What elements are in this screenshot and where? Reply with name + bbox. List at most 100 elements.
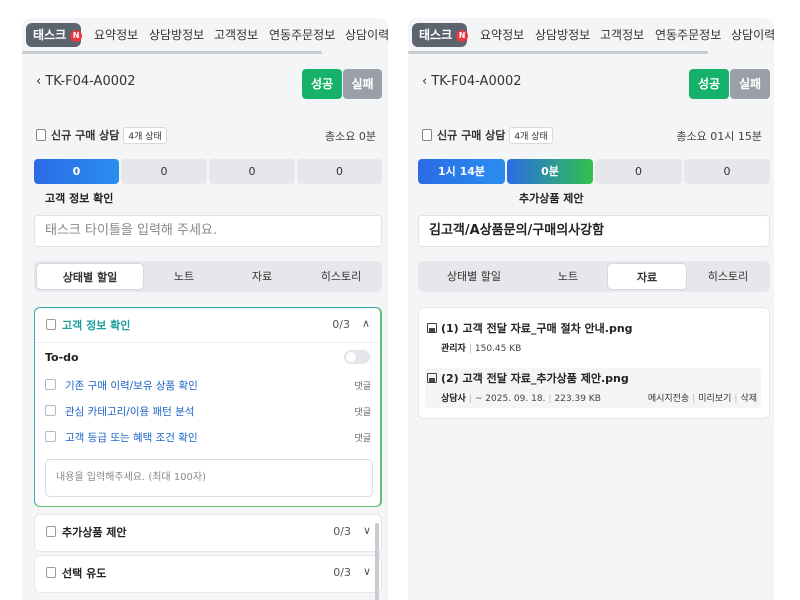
chevron-left-icon: ‹ [422, 74, 432, 89]
success-button[interactable]: 성공 [302, 69, 342, 99]
subtab-history[interactable]: 히스토리 [689, 263, 767, 290]
ticket-back-link[interactable]: ‹ TK-F04-A0002 [36, 74, 136, 89]
todo-item: 기존 구매 이력/보유 상품 확인 댓글 [45, 376, 371, 394]
delete-link[interactable]: 삭제 [740, 394, 757, 404]
chevron-left-icon: ‹ [36, 74, 46, 89]
tab-linked-order[interactable]: 연동주문정보 [655, 23, 721, 47]
subtab-materials[interactable]: 자료 [607, 263, 687, 290]
tab-customer[interactable]: 고객정보 [214, 23, 258, 47]
stage-segment[interactable]: 0 [121, 159, 207, 184]
todo-label: To-do [45, 351, 79, 364]
meta-separator: | [468, 344, 472, 354]
file-date: ~ 2025. 09. 18. [474, 394, 546, 404]
consult-type: 신규 구매 상담 4개 상태 [422, 127, 553, 144]
tab-summary[interactable]: 요약정보 [480, 23, 524, 47]
stage-segment[interactable]: 0 [34, 159, 119, 184]
task-panel-left: 태스크 N 요약정보 상담방정보 고객정보 연동주문정보 상담이력 ‹ TK-F0… [22, 18, 388, 600]
todo-checkbox[interactable] [45, 379, 56, 390]
section-title: 추가상품 제안 [62, 526, 127, 539]
divider [35, 342, 380, 343]
file-meta: 상담사 | ~ 2025. 09. 18. | 223.39 KB [441, 391, 601, 404]
fail-button[interactable]: 실패 [730, 69, 770, 99]
tab-linked-order[interactable]: 연동주문정보 [269, 23, 335, 47]
subtab-todo-by-state[interactable]: 상태별 할일 [420, 263, 528, 290]
file-name[interactable]: (1) 고객 전달 자료_구매 절차 안내.png [441, 320, 633, 336]
top-tab-bar: 태스크 N 요약정보 상담방정보 고객정보 연동주문정보 상담이력 [408, 18, 774, 52]
ticket-back-link[interactable]: ‹ TK-F04-A0002 [422, 74, 522, 89]
stage-segment[interactable]: 0 [297, 159, 382, 184]
section-header[interactable]: 고객 정보 확인 0/3 ∧ [35, 308, 380, 342]
fail-button[interactable]: 실패 [343, 69, 382, 99]
send-message-link[interactable]: 메시지전송 [648, 394, 689, 404]
tab-scroll-indicator[interactable] [22, 51, 322, 54]
chevron-down-icon[interactable]: ∨ [363, 565, 371, 578]
todo-checkbox[interactable] [45, 431, 56, 442]
section-progress: 0/3 [333, 566, 351, 579]
document-icon [422, 129, 432, 141]
comment-link[interactable]: 댓글 [354, 431, 371, 444]
chevron-down-icon[interactable]: ∨ [363, 524, 371, 537]
todo-item: 고객 등급 또는 혜택 조건 확인 댓글 [45, 428, 371, 446]
file-actions: 메시지전송 | 미리보기 | 삭제 [648, 391, 757, 404]
file-uploader: 상담사 [441, 394, 466, 404]
tab-task[interactable]: 태스크 N [26, 23, 83, 47]
subtab-history[interactable]: 히스토리 [302, 263, 380, 290]
file-size: 150.45 KB [474, 344, 522, 354]
total-time: 총소요 0분 [325, 130, 376, 143]
stage-segment[interactable]: 0 [209, 159, 295, 184]
success-button[interactable]: 성공 [689, 69, 729, 99]
content-subtabs: 상태별 할일 노트 자료 히스토리 [418, 261, 770, 292]
todo-text[interactable]: 관심 카테고리/이용 패턴 분석 [65, 404, 194, 419]
file-uploader: 관리자 [441, 344, 466, 354]
todo-section-collapsed[interactable]: 추가상품 제안 0/3 ∨ [34, 514, 382, 552]
section-progress: 0/3 [332, 318, 350, 331]
subtab-materials[interactable]: 자료 [224, 263, 300, 290]
tab-customer[interactable]: 고객정보 [600, 23, 644, 47]
todo-checkbox[interactable] [45, 405, 56, 416]
document-icon [36, 129, 46, 141]
todo-item: 관심 카테고리/이용 패턴 분석 댓글 [45, 402, 371, 420]
current-stage-label: 추가상품 제안 [519, 192, 584, 205]
file-item[interactable]: (1) 고객 전달 자료_구매 절차 안내.png 관리자 | 150.45 KB [425, 318, 761, 356]
preview-link[interactable]: 미리보기 [698, 394, 731, 404]
tab-task-label: 태스크 [33, 28, 67, 42]
chevron-up-icon[interactable]: ∧ [362, 317, 370, 330]
tab-counsel-room[interactable]: 상담방정보 [149, 23, 204, 47]
consult-type-label: 신규 구매 상담 [51, 129, 120, 142]
stage-segment[interactable]: 0분 [507, 159, 593, 184]
new-badge: N [456, 30, 469, 42]
new-badge: N [70, 30, 83, 42]
tab-history[interactable]: 상담이력 [731, 23, 774, 47]
tab-summary[interactable]: 요약정보 [94, 23, 138, 47]
tab-counsel-room[interactable]: 상담방정보 [535, 23, 590, 47]
comment-link[interactable]: 댓글 [354, 405, 371, 418]
todo-toggle[interactable] [344, 350, 370, 364]
meta-separator: | [548, 394, 552, 404]
subtab-todo-by-state[interactable]: 상태별 할일 [36, 263, 144, 290]
subtab-note[interactable]: 노트 [146, 263, 222, 290]
task-title-input[interactable]: 김고객/A상품문의/구매의사강함 [418, 215, 770, 247]
content-scrollbar[interactable] [375, 523, 379, 600]
todo-section-collapsed[interactable]: 선택 유도 0/3 ∨ [34, 555, 382, 593]
section-title: 고객 정보 확인 [62, 319, 131, 332]
stage-segment[interactable]: 0 [595, 159, 682, 184]
subtab-note[interactable]: 노트 [530, 263, 606, 290]
tab-scroll-indicator[interactable] [408, 51, 708, 54]
materials-list: (1) 고객 전달 자료_구매 절차 안내.png 관리자 | 150.45 KB … [418, 307, 770, 419]
stage-segment[interactable]: 0 [684, 159, 770, 184]
section-progress: 0/3 [333, 525, 351, 538]
todo-text[interactable]: 기존 구매 이력/보유 상품 확인 [65, 378, 198, 393]
tab-task[interactable]: 태스크 N [412, 23, 469, 47]
comment-link[interactable]: 댓글 [354, 379, 371, 392]
task-title-input[interactable]: 태스크 타이틀을 입력해 주세요. [34, 215, 382, 247]
stage-segment[interactable]: 1시 14분 [418, 159, 505, 184]
state-count-badge: 4개 상태 [509, 127, 553, 144]
consult-type-label: 신규 구매 상담 [437, 129, 506, 142]
ticket-id: TK-F04-A0002 [431, 74, 522, 89]
file-name[interactable]: (2) 고객 전달 자료_추가상품 제안.png [441, 370, 629, 386]
todo-text[interactable]: 고객 등급 또는 혜택 조건 확인 [65, 430, 198, 445]
file-item[interactable]: (2) 고객 전달 자료_추가상품 제안.png 상담사 | ~ 2025. 09.… [425, 368, 761, 408]
memo-input[interactable]: 내용을 입력해주세요. (최대 100자) [45, 459, 373, 497]
checklist-icon [46, 319, 56, 330]
tab-history[interactable]: 상담이력 [345, 23, 388, 47]
